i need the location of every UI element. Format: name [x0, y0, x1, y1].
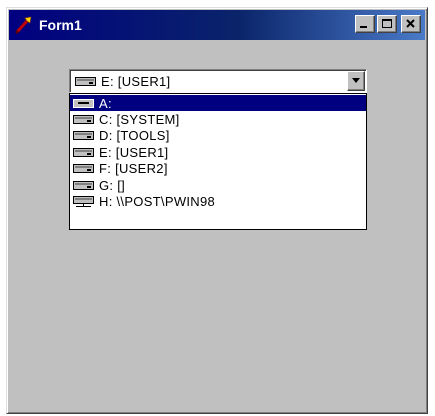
combo-dropdown-button[interactable] [347, 71, 365, 91]
list-item-label: F: [USER2] [99, 161, 168, 177]
chevron-down-icon [352, 78, 360, 83]
title-buttons [355, 15, 421, 33]
close-button[interactable] [401, 15, 421, 33]
drive-dropdown-list[interactable]: A: C: [SYSTEM] D: [TOOLS] E: [USER1] F: … [69, 93, 367, 230]
app-icon[interactable] [13, 14, 35, 36]
list-item-drive-g[interactable]: G: [] [70, 177, 366, 193]
hard-drive-icon [73, 147, 94, 157]
list-item-drive-f[interactable]: F: [USER2] [70, 161, 366, 177]
list-item-drive-d[interactable]: D: [TOOLS] [70, 128, 366, 144]
close-icon [406, 19, 415, 28]
drive-icon [75, 76, 96, 86]
list-item-drive-h[interactable]: H: \\POST\PWIN98 [70, 193, 366, 209]
form-window: Form1 E: [USER1] A: C: [SYSTEM] D: [TOOL… [6, 7, 428, 414]
list-item-label: E: [USER1] [99, 144, 169, 160]
minimize-button[interactable] [355, 15, 375, 33]
hard-drive-icon [73, 115, 94, 125]
list-item-drive-a[interactable]: A: [70, 95, 366, 112]
window-title: Form1 [39, 17, 82, 33]
maximize-button[interactable] [377, 15, 397, 33]
network-drive-icon [73, 196, 94, 208]
minimize-icon [360, 26, 367, 28]
list-item-drive-e[interactable]: E: [USER1] [70, 144, 366, 160]
drive-combo[interactable]: E: [USER1] [69, 69, 367, 93]
combo-selected-label: E: [USER1] [101, 73, 171, 89]
list-item-label: C: [SYSTEM] [99, 112, 180, 128]
hard-drive-icon [73, 164, 94, 174]
maximize-icon [382, 19, 392, 28]
title-bar[interactable]: Form1 [9, 10, 425, 40]
floppy-drive-icon [73, 98, 94, 108]
hard-drive-icon [73, 180, 94, 190]
list-item-label: H: \\POST\PWIN98 [99, 194, 216, 210]
list-item-label: D: [TOOLS] [99, 128, 170, 144]
list-item-drive-c[interactable]: C: [SYSTEM] [70, 111, 366, 127]
hard-drive-icon [73, 131, 94, 141]
list-item-label: A: [99, 95, 112, 111]
combo-selected: E: [USER1] [75, 74, 170, 89]
list-item-label: G: [] [99, 177, 126, 193]
